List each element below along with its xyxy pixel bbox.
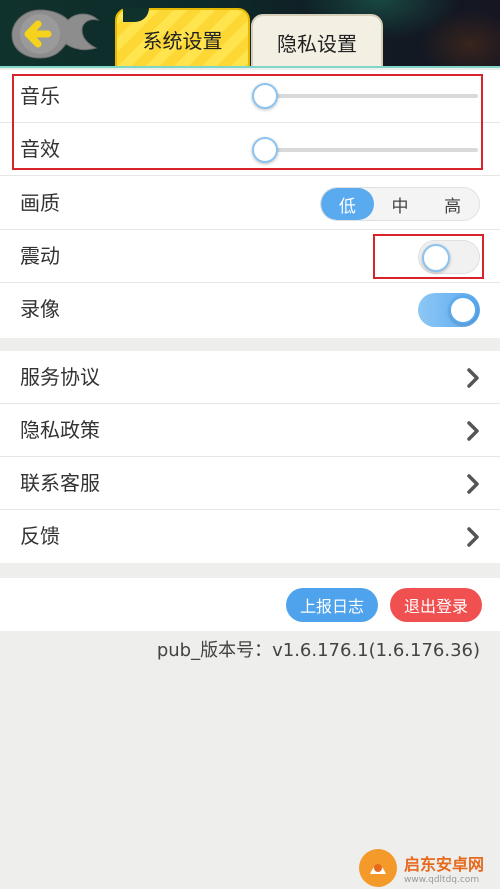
toggle-knob [449,296,477,324]
slider-thumb[interactable] [252,137,278,163]
tab-notch-decoration [123,8,149,22]
music-slider[interactable] [252,81,478,111]
quality-row: 画质 低 中 高 [0,177,500,230]
quality-label: 画质 [20,191,60,215]
logout-button[interactable]: 退出登录 [390,588,482,622]
quality-option-medium[interactable]: 中 [374,188,427,220]
back-button[interactable] [10,8,102,60]
chevron-right-icon [467,527,479,547]
top-bar: 系统设置 隐私设置 [0,0,500,68]
vibration-label: 震动 [20,244,60,268]
quality-selector[interactable]: 低 中 高 [320,187,480,221]
chevron-right-icon [467,421,479,441]
quality-option-low[interactable]: 低 [321,188,374,220]
link-label: 隐私政策 [20,418,100,442]
quality-option-high[interactable]: 高 [426,188,479,220]
chevron-right-icon [467,474,479,494]
sound-effect-label: 音效 [20,137,60,161]
watermark-name: 启东安卓网 [404,854,485,874]
link-label: 联系客服 [20,471,100,495]
music-row: 音乐 [0,70,500,123]
header-divider [0,66,500,68]
back-arrow-icon [11,9,100,59]
toggle-knob [422,244,450,272]
tab-system-settings[interactable]: 系统设置 [115,8,250,68]
slider-thumb[interactable] [252,83,278,109]
link-label: 反馈 [20,524,60,548]
record-label: 录像 [20,297,60,321]
music-label: 音乐 [20,84,60,108]
version-label: pub_版本号：v1.6.176.1(1.6.176.36) [156,640,480,661]
sound-effect-row: 音效 [0,123,500,176]
watermark-url: www.qdltdq.com [404,874,480,885]
link-contact-support[interactable]: 联系客服 [0,457,500,510]
links-panel: 服务协议 隐私政策 联系客服 反馈 [0,351,500,563]
report-log-button[interactable]: 上报日志 [286,588,378,622]
vibration-row: 震动 [0,230,500,283]
watermark: 启东安卓网 www.qdltdq.com [358,846,500,889]
record-toggle[interactable] [418,293,480,327]
link-privacy-policy[interactable]: 隐私政策 [0,404,500,457]
sound-effect-slider[interactable] [252,135,478,165]
watermark-logo-icon [359,848,397,887]
link-label: 服务协议 [20,365,100,389]
tab-label: 隐私设置 [277,31,357,56]
tab-label: 系统设置 [142,28,223,53]
slider-track [258,148,478,152]
tab-privacy-settings[interactable]: 隐私设置 [251,14,383,68]
vibration-toggle[interactable] [418,240,480,274]
record-row: 录像 [0,283,500,336]
link-feedback[interactable]: 反馈 [0,510,500,563]
chevron-right-icon [467,368,479,388]
header-glow-warm [420,10,500,68]
settings-panel: 音乐 音效 画质 低 中 高 震动 录像 [0,70,500,338]
slider-track [258,94,478,98]
link-service-agreement[interactable]: 服务协议 [0,351,500,404]
